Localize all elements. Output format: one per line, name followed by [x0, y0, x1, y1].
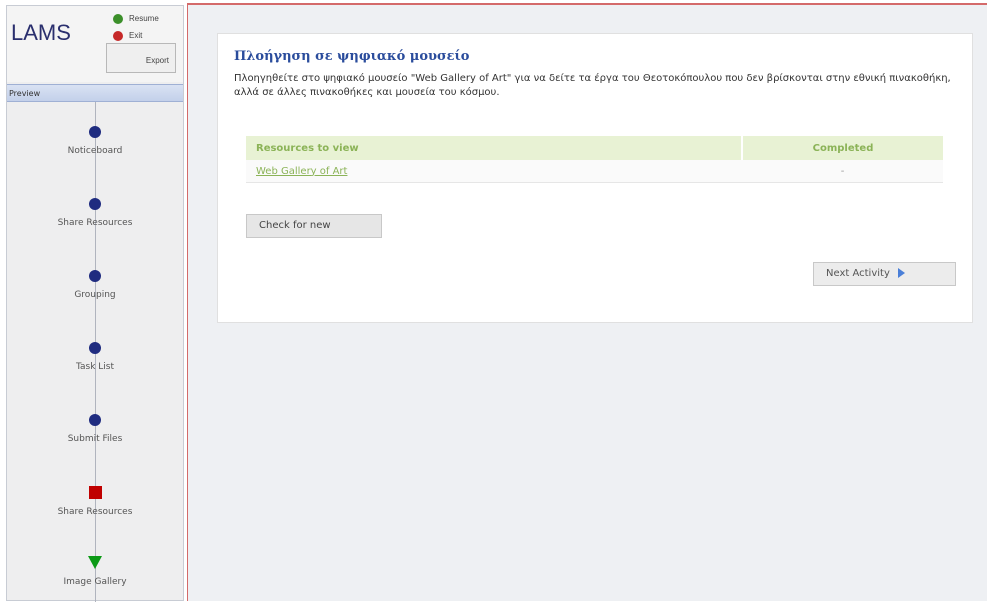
activity-label: Submit Files [67, 434, 123, 444]
completed-value: - [742, 160, 943, 183]
activity-share-resources[interactable]: Share Resources [7, 198, 183, 228]
page-title: Πλοήγηση σε ψηφιακό μουσείο [234, 49, 470, 64]
resume-label: Resume [129, 14, 159, 24]
activity-label: Share Resources [57, 507, 133, 517]
export-button[interactable]: Export [106, 43, 176, 73]
activity-share-resources-current[interactable]: Share Resources [7, 486, 183, 517]
activity-label: Share Resources [57, 218, 133, 228]
completed-activity-icon [89, 270, 101, 282]
current-activity-icon [88, 486, 102, 499]
check-for-new-button[interactable]: Check for new [246, 214, 382, 238]
activity-card: Πλοήγηση σε ψηφιακό μουσείο Πλοηγηθείτε … [217, 33, 973, 323]
preview-bar: Preview [7, 84, 183, 102]
resume-button[interactable]: Resume [113, 14, 159, 24]
completed-activity-icon [89, 198, 101, 210]
activity-label: Grouping [74, 290, 116, 300]
exit-label: Exit [129, 31, 143, 41]
exit-button[interactable]: Exit [113, 31, 142, 41]
resource-link[interactable]: Web Gallery of Art [246, 160, 742, 183]
next-activity-button[interactable]: Next Activity [813, 262, 956, 286]
activity-image-gallery[interactable]: Image Gallery [7, 556, 183, 587]
table-row: Web Gallery of Art - [246, 160, 943, 183]
activity-label: Image Gallery [63, 577, 127, 587]
logo-area: LAMS Resume Exit Export [7, 6, 183, 82]
completed-activity-icon [89, 414, 101, 426]
table-header-row: Resources to view Completed [246, 136, 943, 160]
sidebar: LAMS Resume Exit Export Preview Noticebo… [6, 5, 184, 602]
activity-noticeboard[interactable]: Noticeboard [7, 126, 183, 156]
completed-header: Completed [741, 136, 943, 160]
arrow-right-icon [897, 268, 905, 278]
resources-table: Resources to view Completed Web Gallery … [246, 136, 943, 183]
next-activity-label: Next Activity [826, 268, 890, 279]
activity-label: Noticeboard [67, 146, 123, 156]
lams-logo: LAMS [11, 20, 71, 45]
exit-icon [113, 31, 123, 41]
activity-label: Task List [75, 362, 115, 372]
activity-grouping[interactable]: Grouping [7, 270, 183, 300]
activity-description: Πλοηγηθείτε στο ψηφιακό μουσείο "Web Gal… [234, 73, 951, 98]
activity-task-list[interactable]: Task List [7, 342, 183, 372]
resume-icon [113, 14, 123, 24]
completed-activity-icon [89, 342, 101, 354]
next-activity-icon [88, 556, 102, 569]
completed-activity-icon [89, 126, 101, 138]
activity-submit-files[interactable]: Submit Files [7, 414, 183, 444]
resources-header: Resources to view [246, 136, 742, 160]
